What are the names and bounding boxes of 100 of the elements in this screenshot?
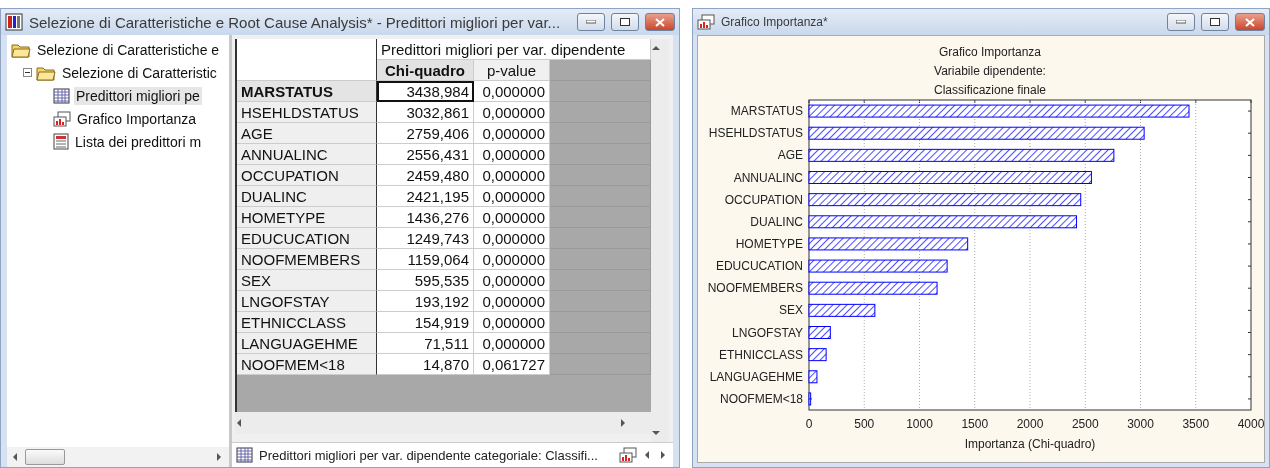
category-label: NOOFMEM<18	[720, 391, 803, 406]
minimize-button[interactable]	[577, 13, 605, 31]
tick-label: 1500	[961, 417, 989, 431]
scrollbar-thumb[interactable]	[25, 449, 65, 465]
table-cell: 0,000000	[474, 81, 550, 102]
row-header[interactable]: SEX	[237, 270, 377, 291]
grid-icon	[5, 13, 23, 31]
row-header[interactable]: NOOFMEM<18	[237, 354, 377, 375]
row-header[interactable]: HSEHLDSTATUS	[237, 102, 377, 123]
tree-item[interactable]: Selezione di Caratteristiche e	[35, 40, 222, 59]
category-label: LANGUAGEHME	[709, 369, 803, 384]
row-header[interactable]: AGE	[237, 123, 377, 144]
table-cell: 193,192	[377, 291, 474, 312]
minimize-button[interactable]	[1167, 13, 1195, 31]
minimize-icon	[1176, 20, 1186, 24]
table-cell: 0,000000	[474, 207, 550, 228]
table-cell: 3032,861	[377, 102, 474, 123]
table-cell: 14,870	[377, 354, 474, 375]
table-cell: 2421,195	[377, 186, 474, 207]
category-label: NOOFMEMBERS	[707, 281, 803, 296]
category-label: EDUCUCATION	[715, 259, 803, 274]
table-cell: 1436,276	[377, 207, 474, 228]
category-label: MARSTATUS	[730, 104, 803, 119]
table-icon	[236, 447, 253, 463]
tick-label: 0	[805, 417, 813, 431]
category-label: OCCUPATION	[724, 192, 803, 207]
chart-subtitle: Classificazione finale	[933, 83, 1047, 97]
bar	[808, 348, 827, 362]
tick-label: 500	[854, 417, 875, 431]
category-label: ANNUALINC	[733, 170, 803, 185]
row-header[interactable]: EDUCUCATION	[237, 228, 377, 249]
window-title: Grafico Importanza*	[721, 15, 829, 29]
column-header[interactable]: p-value	[474, 60, 550, 81]
row-header[interactable]: LNGOFSTAY	[237, 291, 377, 312]
table-cell: 0,000000	[474, 186, 550, 207]
category-label: HSEHLDSTATUS	[708, 126, 803, 141]
column-group-header: Predittori migliori per var. dipendente	[377, 39, 651, 60]
tick-label: 4000	[1237, 417, 1264, 431]
collapse-toggle[interactable]	[23, 68, 32, 77]
table-cell: 71,511	[377, 333, 474, 354]
table-cell: 0,000000	[474, 144, 550, 165]
status-text: Predittori migliori per var. dipendente categoriale: Classifi...	[259, 447, 599, 463]
maximize-button[interactable]	[1201, 13, 1229, 31]
table-cell: 3438,984	[377, 81, 474, 102]
folder-icon	[36, 64, 56, 81]
table-icon	[53, 87, 70, 104]
row-header[interactable]: LANGUAGEHME	[237, 333, 377, 354]
chart-icon	[53, 110, 71, 127]
tree-item[interactable]: Predittori migliori pe	[74, 86, 202, 105]
tick-label: 2500	[1071, 417, 1099, 431]
tree-item[interactable]: Selezione di Caratteristic	[60, 63, 219, 82]
chart-subtitle: Variabile dipendente:	[934, 64, 1046, 78]
tree-item[interactable]: Lista dei predittori m	[73, 132, 204, 151]
table-cell: 0,000000	[474, 165, 550, 186]
bar	[808, 303, 876, 317]
bar	[808, 326, 831, 339]
minus-icon	[25, 70, 30, 75]
table-cell: 2759,406	[377, 123, 474, 144]
row-header[interactable]: OCCUPATION	[237, 165, 377, 186]
table-cell: 1249,743	[377, 228, 474, 249]
row-header[interactable]: HOMETYPE	[237, 207, 377, 228]
folder-icon	[11, 41, 31, 58]
row-header[interactable]: DUALINC	[237, 186, 377, 207]
table-cell: 0,000000	[474, 228, 550, 249]
maximize-button[interactable]	[611, 13, 639, 31]
category-label: DUALINC	[750, 214, 803, 229]
tick-label: 1000	[906, 417, 933, 431]
row-header[interactable]: ETHNICCLASS	[237, 312, 377, 333]
close-button[interactable]	[1235, 13, 1265, 31]
row-header[interactable]: ANNUALINC	[237, 144, 377, 165]
tree-item[interactable]: Grafico Importanza	[75, 109, 199, 128]
maximize-icon	[620, 18, 630, 26]
scroll-down-icon[interactable]	[651, 428, 661, 438]
category-label: SEX	[779, 303, 803, 318]
row-header[interactable]: NOOFMEMBERS	[237, 249, 377, 270]
close-button[interactable]	[645, 13, 675, 31]
category-label: LNGOFSTAY	[732, 325, 803, 340]
table-cell: 0,000000	[474, 333, 550, 354]
tick-label: 3500	[1182, 417, 1210, 431]
chart-title: Grafico Importanza	[939, 45, 1041, 59]
table-cell: 2556,431	[377, 144, 474, 165]
table-cell: 0,061727	[474, 354, 550, 375]
table-cell: 0,000000	[474, 123, 550, 144]
category-label: ETHNICCLASS	[718, 347, 803, 362]
category-label: AGE	[777, 148, 803, 163]
table-cell: 595,535	[377, 270, 474, 291]
bar	[808, 370, 818, 384]
scroll-up-icon[interactable]	[651, 43, 661, 53]
table-cell: 154,919	[377, 312, 474, 333]
column-header[interactable]: Chi-quadro	[377, 60, 474, 81]
minimize-icon	[586, 20, 596, 24]
row-header[interactable]: MARSTATUS	[237, 81, 377, 102]
table-cell: 0,000000	[474, 270, 550, 291]
bar	[808, 392, 812, 406]
table-cell: 0,000000	[474, 312, 550, 333]
table-cell: 0,000000	[474, 291, 550, 312]
list-icon	[53, 133, 69, 150]
table-cell: 0,000000	[474, 102, 550, 123]
window-title: Selezione di Caratteristiche e Root Cause Analysis* - Predittori migliori per var...	[29, 13, 562, 31]
table-cell: 1159,064	[377, 249, 474, 270]
